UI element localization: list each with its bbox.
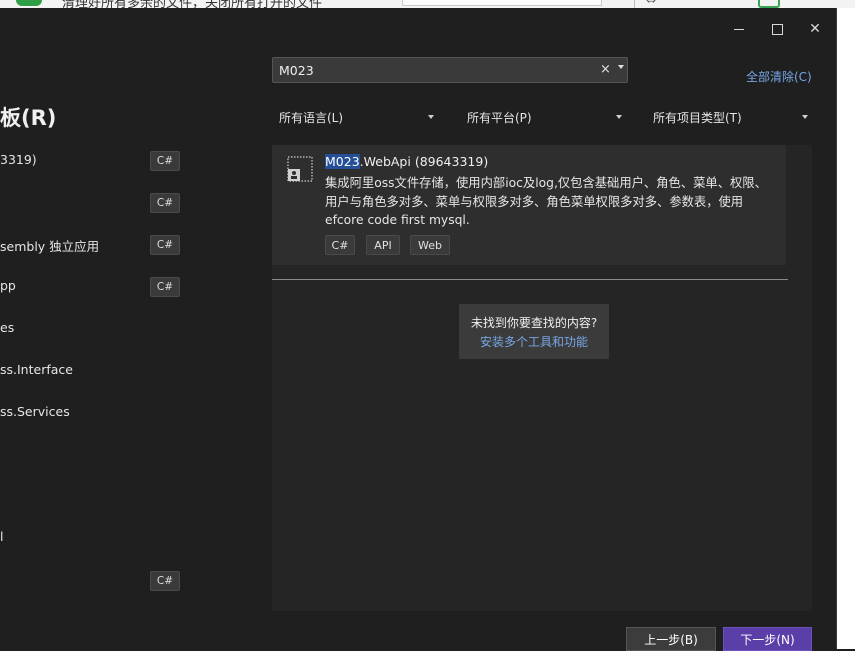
template-title-rest: .WebApi (89643319) [359,154,489,169]
recent-template-item[interactable]: ss.Interface [0,362,190,404]
template-name: ss.Services [0,404,70,419]
platform-filter-dropdown[interactable]: 所有平台(P) [467,108,625,126]
background-window-edge [837,8,855,649]
chevron-down-icon [802,115,808,119]
template-name: pp [0,278,16,293]
language-filter-label: 所有语言(L) [279,111,344,125]
platform-filter-label: 所有平台(P) [467,111,532,125]
clear-all-link[interactable]: 全部清除(C) [746,68,812,85]
install-tools-link[interactable]: 安装多个工具和功能 [459,333,609,350]
next-button[interactable]: 下一步(N) [723,627,812,651]
language-filter-dropdown[interactable]: 所有语言(L) [279,108,437,126]
language-badge: C# [150,235,180,255]
minimize-icon [734,28,744,30]
minimize-button[interactable] [722,16,756,42]
maximize-button[interactable] [760,16,794,42]
template-name: sembly 独立应用 [0,239,100,254]
close-icon: ✕ [809,21,821,37]
language-badge: C# [150,571,180,591]
template-name: es [0,320,15,335]
project-type-filter-dropdown[interactable]: 所有项目类型(T) [653,108,811,126]
back-button[interactable]: 上一步(B) [626,627,716,651]
template-title: M023.WebApi (89643319) [325,154,488,169]
template-name: 3319) [0,152,37,167]
tag-badge: API [366,235,400,255]
template-result-card[interactable]: M023.WebApi (89643319) 集成阿里oss文件存储，使用内部i… [272,145,786,265]
project-type-filter-label: 所有项目类型(T) [653,111,742,125]
template-results-panel: M023.WebApi (89643319) 集成阿里oss文件存储，使用内部i… [272,145,812,611]
recent-template-item[interactable]: sembly 独立应用 C# [0,235,190,278]
recent-template-item[interactable]: C# [0,571,190,614]
search-match-highlight: M023 [325,154,360,169]
add-icon [758,0,780,8]
language-badge: C# [150,277,180,297]
recent-template-item[interactable]: es [0,320,190,362]
recent-template-item[interactable]: l [0,529,190,571]
not-found-text: 未找到你要查找的内容? [470,316,598,330]
template-icon [287,156,313,182]
chevron-down-icon [428,115,434,119]
results-divider [272,279,788,280]
maximize-icon [771,23,783,35]
recent-template-item[interactable]: C# [0,193,190,236]
background-window-peek: 清理好所有多余的文件，关闭所有打开的文件 ⇔ [0,0,855,8]
template-name: ss.Interface [0,362,73,377]
not-found-box: 未找到你要查找的内容? 安装多个工具和功能 [459,304,609,359]
template-description: 集成阿里oss文件存储，使用内部ioc及log,仅包含基础用户、角色、菜单、权限… [325,176,767,227]
template-search-box[interactable]: × [272,57,628,83]
divider [634,0,635,8]
background-input [402,0,602,6]
language-badge: C# [150,193,180,213]
app-icon [16,0,42,6]
language-badge: C# [150,151,180,171]
recent-template-item[interactable]: 3319) C# [0,151,190,194]
chevron-down-icon [616,115,622,119]
tag-badge: Web [410,235,450,255]
tag-badge: C# [325,235,355,255]
background-window-text: 清理好所有多余的文件，关闭所有打开的文件 [62,0,323,8]
recent-template-item[interactable]: ss.Services [0,404,190,446]
search-input[interactable] [279,62,579,78]
close-button[interactable]: ✕ [798,16,832,42]
clear-search-icon[interactable]: × [600,62,611,77]
new-project-dialog: ✕ 板(R) 3319) C# C# sembly 独立应用 C# pp C# … [0,8,837,651]
recent-template-item[interactable]: pp C# [0,277,190,320]
move-icon: ⇔ [646,0,657,7]
template-list-heading: 板(R) [0,106,57,130]
search-history-dropdown-icon[interactable] [618,65,624,69]
template-name: l [0,529,4,544]
